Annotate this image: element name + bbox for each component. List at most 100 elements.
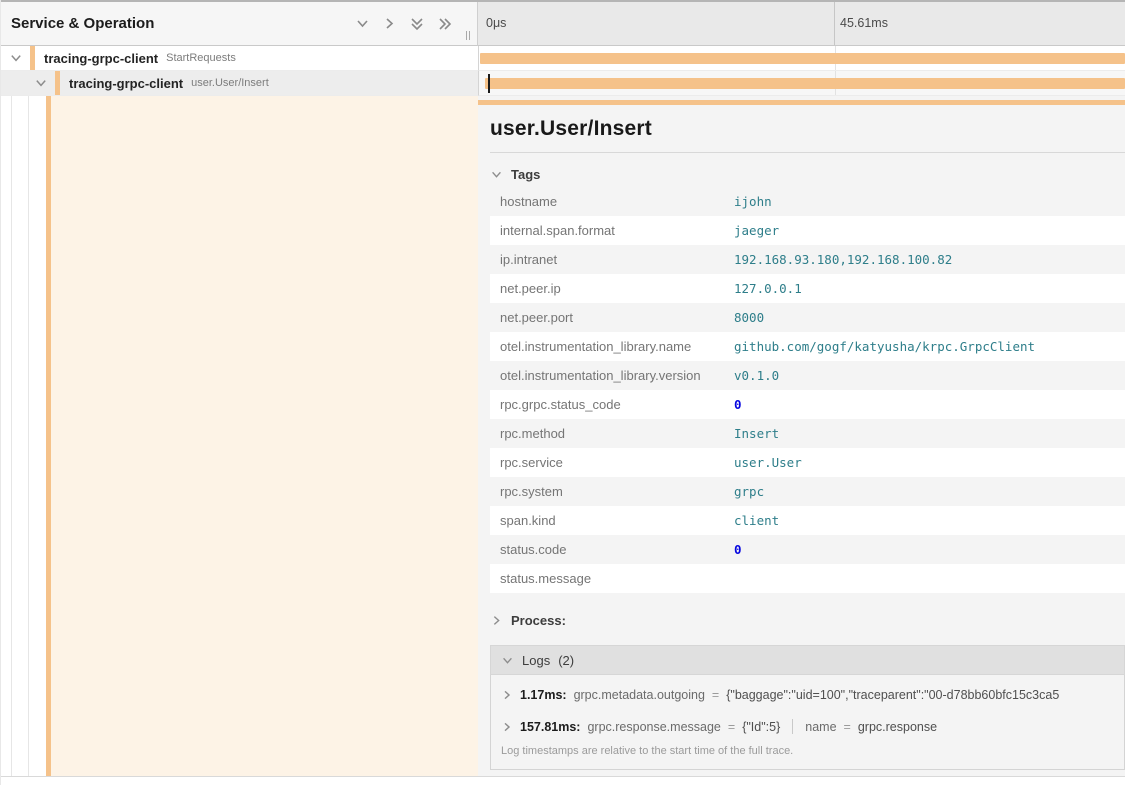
chevron-right-icon[interactable] (501, 721, 513, 733)
tag-key: span.kind (490, 506, 734, 535)
tag-key: rpc.method (490, 419, 734, 448)
tag-row[interactable]: status.code 0 (490, 535, 1125, 564)
span-color-block (55, 71, 60, 95)
span-detail-panel: user.User/Insert Tags hostname ijohn (478, 96, 1125, 776)
chevron-down-icon (490, 168, 503, 181)
logs-section-header[interactable]: Logs (2) (490, 645, 1125, 675)
ruler-tick-mid: 45.61ms (840, 16, 888, 30)
tags-section-header[interactable]: Tags (490, 161, 1125, 187)
tag-key: hostname (490, 187, 734, 216)
tag-key: net.peer.ip (490, 274, 734, 303)
tag-value: v0.1.0 (734, 361, 1125, 390)
chevron-down-icon[interactable] (9, 51, 23, 65)
span-row-user-insert[interactable]: tracing-grpc-client user.User/Insert (1, 71, 1125, 96)
log-entry-row[interactable]: 157.81ms: grpc.response.message = {"Id":… (501, 710, 1114, 742)
detail-accent-fill (51, 96, 478, 776)
log-equals: = (728, 720, 735, 734)
ruler-tick-start: 0μs (486, 16, 506, 30)
log-field-name: grpc.metadata.outgoing (574, 688, 705, 702)
tag-key: rpc.grpc.status_code (490, 390, 734, 419)
tag-value: 0 (734, 390, 1125, 419)
process-section-header[interactable]: Process: (490, 607, 1125, 633)
tag-row[interactable]: internal.span.format jaeger (490, 216, 1125, 245)
detail-indent-column (1, 96, 478, 776)
column-resize-handle-icon[interactable] (466, 31, 470, 40)
tag-value: ijohn (734, 187, 1125, 216)
tag-row[interactable]: otel.instrumentation_library.name github… (490, 332, 1125, 361)
span-name-cell[interactable]: tracing-grpc-client StartRequests (1, 46, 478, 71)
log-field-value: {"Id":5} (742, 720, 780, 734)
log-timestamp: 157.81ms: (520, 720, 580, 734)
tag-key: status.code (490, 535, 734, 564)
tag-key: otel.instrumentation_library.name (490, 332, 734, 361)
tags-section-label: Tags (511, 167, 540, 182)
service-name: tracing-grpc-client (44, 51, 158, 66)
log-timestamp: 1.17ms: (520, 688, 567, 702)
log-equals: = (712, 688, 719, 702)
logs-list: 1.17ms: grpc.metadata.outgoing = {"bagga… (490, 675, 1125, 770)
span-duration-bar[interactable] (485, 78, 1125, 89)
detail-divider (490, 152, 1125, 153)
log-entry-row[interactable]: 1.17ms: grpc.metadata.outgoing = {"bagga… (501, 679, 1114, 710)
tag-value: jaeger (734, 216, 1125, 245)
logs-section-label: Logs (522, 653, 550, 668)
timeline-header-row: Service & Operation 0μs 45.61ms (1, 0, 1125, 46)
log-extra-equals: = (844, 720, 851, 734)
timeline-collapse-controls (355, 16, 453, 32)
tag-value: user.User (734, 448, 1125, 477)
tag-row[interactable]: span.kind client (490, 506, 1125, 535)
span-name-cell[interactable]: tracing-grpc-client user.User/Insert (1, 71, 478, 96)
timeline-ruler: 0μs 45.61ms (478, 2, 1125, 46)
tag-value: 0 (734, 535, 1125, 564)
chevron-right-icon (490, 614, 503, 627)
chevron-down-icon (501, 654, 514, 667)
chevron-down-icon[interactable] (34, 76, 48, 90)
log-extra-field-name: name (805, 720, 836, 734)
span-duration-bar-detail[interactable] (478, 100, 1125, 105)
span-timeline-cell[interactable] (478, 46, 1125, 71)
double-chevron-right-icon[interactable] (437, 16, 453, 32)
log-field-value: {"baggage":"uid=100","traceparent":"00-d… (726, 688, 1059, 702)
tag-row[interactable]: status.message (490, 564, 1125, 593)
operation-name: user.User/Insert (191, 77, 269, 89)
tags-table: hostname ijohn internal.span.format jaeg… (490, 187, 1125, 593)
log-extra-field-value: grpc.response (858, 720, 937, 734)
double-chevron-down-icon[interactable] (409, 16, 425, 32)
span-timeline-cell[interactable] (478, 71, 1125, 96)
chevron-down-icon[interactable] (355, 16, 370, 31)
log-event-marker[interactable] (488, 74, 490, 93)
tag-row[interactable]: rpc.system grpc (490, 477, 1125, 506)
tag-row[interactable]: hostname ijohn (490, 187, 1125, 216)
span-detail-row: user.User/Insert Tags hostname ijohn (1, 96, 1125, 777)
trace-timeline-view: Service & Operation 0μs 45.61ms (0, 0, 1125, 785)
tag-row[interactable]: rpc.service user.User (490, 448, 1125, 477)
service-operation-header: Service & Operation (1, 2, 478, 46)
tag-value: client (734, 506, 1125, 535)
tag-value: 8000 (734, 303, 1125, 332)
span-color-block (30, 46, 35, 70)
tag-key: ip.intranet (490, 245, 734, 274)
service-operation-title: Service & Operation (11, 15, 355, 32)
tag-row[interactable]: net.peer.ip 127.0.0.1 (490, 274, 1125, 303)
tag-row[interactable]: otel.instrumentation_library.version v0.… (490, 361, 1125, 390)
tag-value: github.com/gogf/katyusha/krpc.GrpcClient (734, 332, 1125, 361)
tag-value: Insert (734, 419, 1125, 448)
chevron-right-icon[interactable] (382, 16, 397, 31)
chevron-right-icon[interactable] (501, 689, 513, 701)
tag-key: status.message (490, 564, 734, 593)
tag-row[interactable]: rpc.grpc.status_code 0 (490, 390, 1125, 419)
tag-row[interactable]: rpc.method Insert (490, 419, 1125, 448)
tag-row[interactable]: ip.intranet 192.168.93.180,192.168.100.8… (490, 245, 1125, 274)
span-duration-bar[interactable] (480, 53, 1125, 64)
tag-key: internal.span.format (490, 216, 734, 245)
tag-key: rpc.service (490, 448, 734, 477)
span-row-startrequests[interactable]: tracing-grpc-client StartRequests (1, 46, 1125, 71)
span-detail-title: user.User/Insert (490, 117, 1125, 141)
tag-value: grpc (734, 477, 1125, 506)
tag-row[interactable]: net.peer.port 8000 (490, 303, 1125, 332)
indent-guide (28, 96, 29, 776)
indent-guide (11, 96, 12, 776)
tag-key: rpc.system (490, 477, 734, 506)
tag-value (734, 564, 1125, 593)
tag-value: 192.168.93.180,192.168.100.82 (734, 245, 1125, 274)
